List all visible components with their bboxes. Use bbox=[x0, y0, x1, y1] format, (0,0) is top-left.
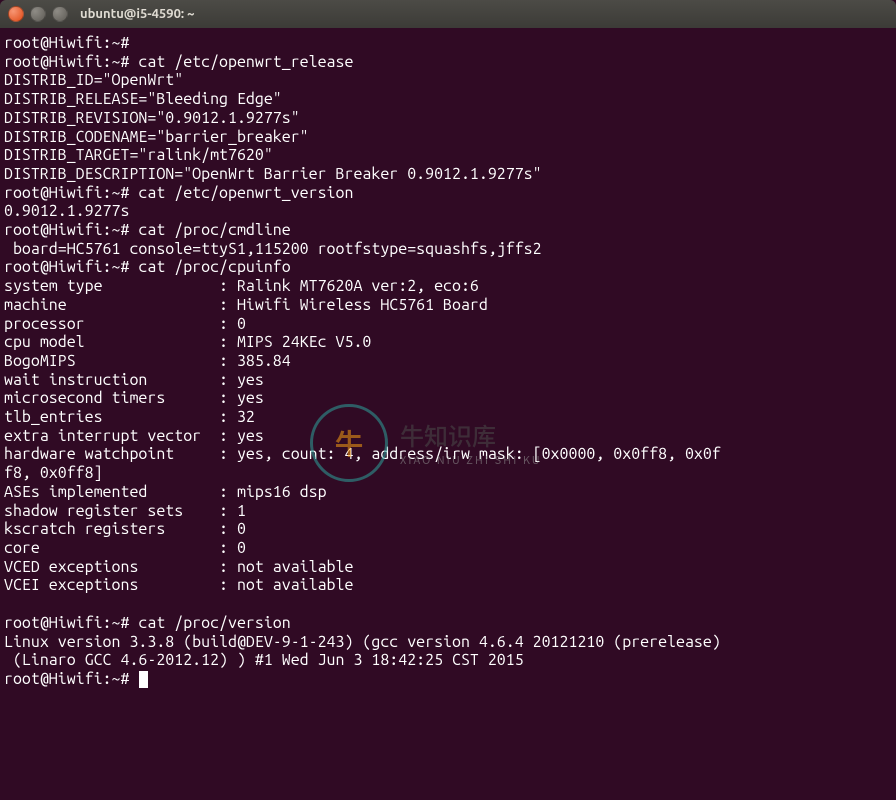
window-title: ubuntu@i5-4590: ~ bbox=[80, 7, 195, 21]
cursor-icon bbox=[139, 671, 148, 688]
terminal-output: root@Hiwifi:~# root@Hiwifi:~# cat /etc/o… bbox=[4, 34, 721, 688]
minimize-icon[interactable] bbox=[30, 6, 46, 22]
terminal-window: ubuntu@i5-4590: ~ root@Hiwifi:~# root@Hi… bbox=[0, 0, 896, 800]
titlebar: ubuntu@i5-4590: ~ bbox=[0, 0, 896, 28]
close-icon[interactable] bbox=[8, 6, 24, 22]
maximize-icon[interactable] bbox=[52, 6, 68, 22]
terminal-body[interactable]: root@Hiwifi:~# root@Hiwifi:~# cat /etc/o… bbox=[0, 28, 896, 800]
